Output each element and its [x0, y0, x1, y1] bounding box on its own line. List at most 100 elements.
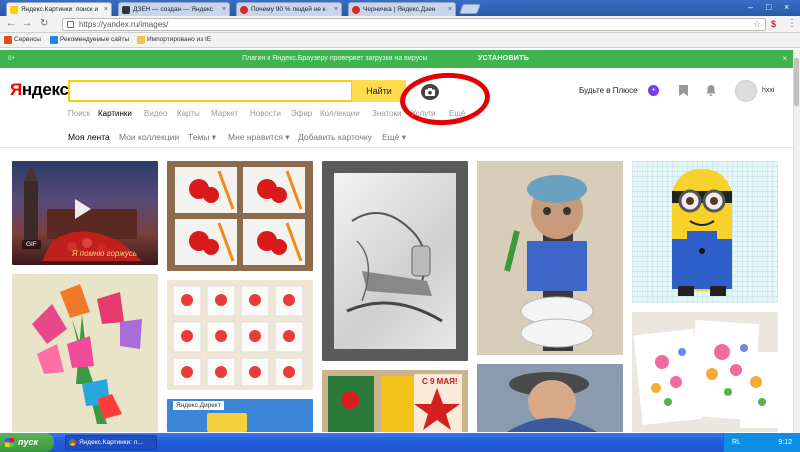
service-market[interactable]: Маркет — [211, 109, 238, 118]
ie-icon — [50, 36, 58, 44]
close-window-icon[interactable]: × — [784, 2, 789, 12]
address-bar[interactable]: https://yandex.ru/images/ ☆ — [62, 18, 766, 31]
page-scrollbar[interactable] — [793, 50, 800, 433]
menu-icon[interactable]: ⋮ — [787, 19, 797, 29]
image-card-pencil-drawing[interactable] — [322, 161, 468, 361]
service-maps[interactable]: Карты — [177, 109, 200, 118]
divider — [0, 147, 793, 148]
image-card-toilet-paper-doll[interactable] — [477, 161, 623, 355]
image-card-kids-flower-drawings[interactable] — [167, 280, 313, 390]
subnav-more[interactable]: Ещё ▾ — [382, 132, 406, 143]
notifications-bell-icon[interactable] — [705, 85, 717, 97]
apps-icon — [4, 36, 12, 44]
svg-text:С 9 МАЯ!: С 9 МАЯ! — [422, 377, 458, 386]
bookmark-services[interactable]: Сервисы — [4, 36, 41, 44]
search-input[interactable] — [68, 80, 353, 102]
browser-plugin-notice: 0+ Плагин к Яндекс.Браузеру проверяет за… — [0, 50, 793, 68]
subnav-add-card[interactable]: Добавить карточку — [298, 132, 372, 142]
bookmark-label: Сервисы — [14, 36, 41, 43]
tab-zen[interactable]: ДЗЕН — создан — Яндекс × — [118, 2, 230, 16]
service-experts[interactable]: Знатоки — [372, 109, 402, 118]
yandex-favicon-icon — [10, 6, 18, 14]
windows-logo-icon — [5, 438, 14, 447]
tab-chernichka[interactable]: Черничка | Яндекс.Дзен × — [348, 2, 456, 16]
image-card-soldier-painting[interactable] — [477, 364, 623, 432]
minimize-icon[interactable]: – — [748, 2, 753, 12]
image-card-red-roses-cards[interactable] — [167, 161, 313, 271]
extension-icon[interactable]: $ — [771, 19, 776, 29]
url-text: https://yandex.ru/images/ — [79, 20, 169, 29]
clock[interactable]: 9:12 — [778, 433, 792, 452]
subnav-topics[interactable]: Темы ▾ — [188, 132, 216, 143]
bookmark-recommended[interactable]: Рекомендуемые сайты — [50, 36, 130, 44]
service-news[interactable]: Новости — [250, 109, 281, 118]
bookmark-label: Рекомендуемые сайты — [60, 36, 130, 43]
avatar[interactable] — [735, 80, 757, 102]
logo-letter: Я — [10, 80, 22, 99]
folder-icon — [137, 36, 145, 44]
back-icon[interactable]: ← — [6, 19, 16, 29]
subnav-likes[interactable]: Мне нравится ▾ — [228, 132, 290, 143]
service-collections[interactable]: Коллекции — [320, 109, 360, 118]
system-tray: RL 9:12 — [723, 433, 800, 452]
plus-icon[interactable]: + — [648, 85, 659, 96]
zen-favicon-icon — [122, 6, 130, 14]
close-notice-icon[interactable]: × — [782, 50, 787, 68]
card-overlay-text: Я помню горжусь — [72, 249, 138, 258]
tab-label: ДЗЕН — создан — Яндекс — [133, 6, 214, 13]
close-tab-icon[interactable]: × — [104, 3, 108, 16]
install-button[interactable]: УСТАНОВИТЬ — [478, 50, 529, 68]
yandex-logo[interactable]: Яндекс — [10, 80, 69, 100]
close-tab-icon[interactable]: × — [448, 3, 452, 16]
reload-icon[interactable]: ↻ — [40, 19, 48, 29]
image-card-origami-flowers[interactable] — [12, 274, 158, 432]
start-button[interactable]: пуск — [0, 433, 54, 452]
tab-article[interactable]: Почему 90 % людей не к × — [236, 2, 342, 16]
chernichka-favicon-icon — [352, 6, 360, 14]
image-card-victory-cards[interactable]: С 9 МАЯ! — [322, 370, 468, 432]
taskbar-window-label: Яндекс.Картинки: п... — [79, 439, 143, 446]
tab-label: Яндекс.Картинки: поиск и — [21, 6, 99, 13]
plus-promo-link[interactable]: Будьте в Плюсе — [579, 86, 638, 95]
language-indicator[interactable]: RL — [732, 433, 741, 452]
service-efir[interactable]: Эфир — [291, 109, 312, 118]
close-tab-icon[interactable]: × — [334, 3, 338, 16]
forward-icon[interactable]: → — [22, 19, 32, 29]
play-icon[interactable] — [75, 199, 91, 219]
username[interactable]: hxxi — [762, 87, 774, 94]
image-card-kremlin-gif[interactable]: GIF Я помню горжусь — [12, 161, 158, 265]
red-highlight-circle — [398, 69, 492, 129]
search-button[interactable]: Найти — [352, 80, 406, 102]
tab-label: Черничка | Яндекс.Дзен — [363, 6, 436, 13]
chrome-icon — [69, 439, 76, 446]
new-tab-button[interactable] — [459, 4, 481, 14]
taskbar-chrome-window[interactable]: Яндекс.Картинки: п... — [65, 435, 157, 450]
browser-toolbar: ← → ↻ https://yandex.ru/images/ ☆ $ ⋮ — [0, 16, 800, 33]
bookmark-label: Импортировано из IE — [147, 36, 212, 43]
service-video[interactable]: Видео — [144, 109, 167, 118]
service-more[interactable]: Ещё — [449, 109, 465, 118]
service-search[interactable]: Поиск — [68, 109, 90, 118]
notice-number: 0+ — [8, 56, 15, 62]
logo-rest: ндекс — [21, 80, 69, 99]
subnav-my-feed[interactable]: Моя лента — [68, 132, 110, 142]
service-uslugi[interactable]: Услуги — [411, 109, 436, 118]
tab-yandex-images[interactable]: Яндекс.Картинки: поиск и × — [6, 2, 112, 16]
bookmark-imported[interactable]: Импортировано из IE — [137, 36, 212, 44]
collections-bookmark-icon[interactable] — [677, 85, 689, 97]
tab-label: Почему 90 % людей не к — [251, 6, 326, 13]
bookmark-star-icon[interactable]: ☆ — [753, 19, 761, 30]
image-card-minion-pixel-art[interactable] — [632, 161, 778, 303]
service-images[interactable]: Картинки — [98, 109, 132, 118]
image-card-watercolor-cards[interactable] — [632, 312, 778, 432]
subnav-my-collections[interactable]: Мои коллекции — [119, 132, 179, 142]
scrollbar-thumb[interactable] — [794, 58, 799, 106]
bookmarks-bar: Сервисы Рекомендуемые сайты Импортирован… — [0, 33, 800, 48]
image-card-yandex-direct[interactable]: Яндекс.Директ — [167, 399, 313, 432]
browser-tab-strip: Яндекс.Картинки: поиск и × ДЗЕН — создан… — [0, 0, 800, 16]
gif-badge: GIF — [22, 240, 41, 249]
lock-icon — [67, 21, 74, 28]
close-tab-icon[interactable]: × — [222, 3, 226, 16]
start-label: пуск — [18, 437, 39, 447]
maximize-icon[interactable]: □ — [766, 2, 771, 12]
